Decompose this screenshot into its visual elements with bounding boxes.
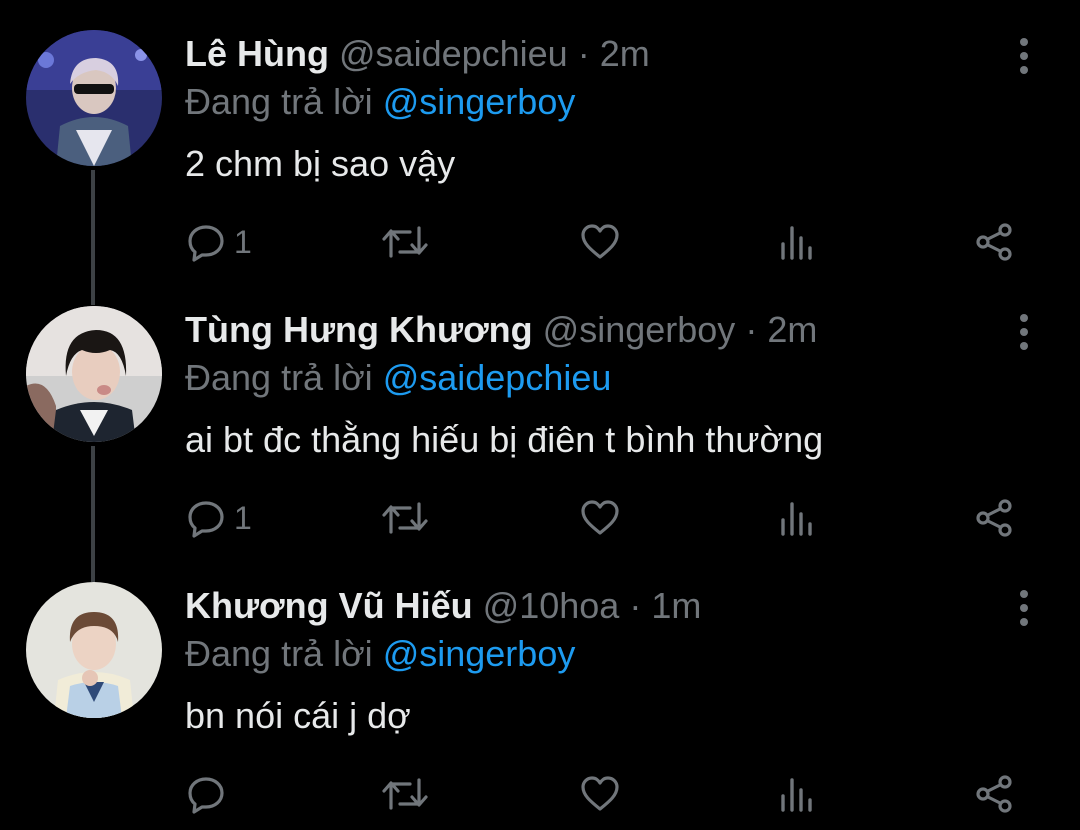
reply-prefix: Đang trả lời bbox=[185, 357, 373, 398]
mention-link[interactable]: @saidepchieu bbox=[383, 357, 612, 398]
avatar[interactable] bbox=[26, 582, 162, 718]
share-button[interactable] bbox=[974, 766, 1014, 822]
display-name[interactable]: Khương Vũ Hiếu bbox=[185, 585, 473, 626]
reply-prefix: Đang trả lời bbox=[185, 633, 373, 674]
reply-button[interactable]: 1 bbox=[186, 214, 252, 270]
timestamp[interactable]: 2m bbox=[767, 309, 817, 350]
share-icon bbox=[974, 222, 1014, 262]
reply-icon bbox=[186, 498, 226, 538]
mention-link[interactable]: @singerboy bbox=[383, 633, 576, 674]
avatar[interactable] bbox=[26, 30, 162, 166]
like-icon bbox=[580, 222, 620, 262]
tweet[interactable]: Khương Vũ Hiếu @10hoa · 1m Đang trả lời … bbox=[0, 552, 1080, 828]
like-button[interactable] bbox=[580, 214, 620, 270]
avatar-image bbox=[26, 30, 162, 166]
like-icon bbox=[580, 498, 620, 538]
more-icon[interactable] bbox=[1012, 588, 1036, 628]
tweet-header: Khương Vũ Hiếu @10hoa · 1m bbox=[185, 582, 701, 630]
reply-icon bbox=[186, 774, 226, 814]
share-button[interactable] bbox=[974, 214, 1014, 270]
tweet-text: bn nói cái j dợ bbox=[185, 695, 411, 736]
user-handle[interactable]: @saidepchieu bbox=[339, 33, 568, 74]
avatar[interactable] bbox=[26, 306, 162, 442]
tweet-header: Lê Hùng @saidepchieu · 2m bbox=[185, 30, 650, 78]
views-icon bbox=[780, 774, 816, 814]
avatar-image bbox=[26, 306, 162, 442]
separator-dot: · bbox=[629, 585, 642, 626]
retweet-button[interactable] bbox=[382, 490, 428, 546]
separator-dot: · bbox=[745, 309, 758, 350]
mention-link[interactable]: @singerboy bbox=[383, 81, 576, 122]
like-button[interactable] bbox=[580, 490, 620, 546]
tweet-text: 2 chm bị sao vậy bbox=[185, 143, 456, 184]
more-icon[interactable] bbox=[1012, 312, 1036, 352]
reply-icon bbox=[186, 222, 226, 262]
display-name[interactable]: Lê Hùng bbox=[185, 33, 329, 74]
views-icon bbox=[780, 222, 816, 262]
views-button[interactable] bbox=[780, 214, 816, 270]
retweet-icon bbox=[382, 222, 428, 262]
retweet-button[interactable] bbox=[382, 214, 428, 270]
action-bar: 1 bbox=[0, 490, 1080, 546]
action-bar bbox=[0, 766, 1080, 822]
tweet-text: ai bt đc thằng hiếu bị điên t bình thườn… bbox=[185, 419, 824, 460]
retweet-icon bbox=[382, 498, 428, 538]
user-handle[interactable]: @10hoa bbox=[483, 585, 620, 626]
views-button[interactable] bbox=[780, 490, 816, 546]
like-icon bbox=[580, 774, 620, 814]
share-icon bbox=[974, 498, 1014, 538]
more-icon[interactable] bbox=[1012, 36, 1036, 76]
retweet-button[interactable] bbox=[382, 766, 428, 822]
reply-context: Đang trả lời @saidepchieu bbox=[185, 354, 611, 402]
tweet[interactable]: Lê Hùng @saidepchieu · 2m Đang trả lời @… bbox=[0, 0, 1080, 276]
reply-context: Đang trả lời @singerboy bbox=[185, 630, 575, 678]
reply-button[interactable]: 1 bbox=[186, 490, 252, 546]
reply-prefix: Đang trả lời bbox=[185, 81, 373, 122]
views-button[interactable] bbox=[780, 766, 816, 822]
reply-button[interactable] bbox=[186, 766, 234, 822]
share-button[interactable] bbox=[974, 490, 1014, 546]
timestamp[interactable]: 1m bbox=[651, 585, 701, 626]
timestamp[interactable]: 2m bbox=[600, 33, 650, 74]
views-icon bbox=[780, 498, 816, 538]
tweet[interactable]: Tùng Hưng Khương @singerboy · 2m Đang tr… bbox=[0, 276, 1080, 552]
like-button[interactable] bbox=[580, 766, 620, 822]
tweet-header: Tùng Hưng Khương @singerboy · 2m bbox=[185, 306, 817, 354]
reply-count: 1 bbox=[234, 224, 252, 260]
reply-count: 1 bbox=[234, 500, 252, 536]
reply-context: Đang trả lời @singerboy bbox=[185, 78, 575, 126]
avatar-image bbox=[26, 582, 162, 718]
display-name[interactable]: Tùng Hưng Khương bbox=[185, 309, 533, 350]
separator-dot: · bbox=[577, 33, 590, 74]
action-bar: 1 bbox=[0, 214, 1080, 270]
retweet-icon bbox=[382, 774, 428, 814]
reply-thread: Lê Hùng @saidepchieu · 2m Đang trả lời @… bbox=[0, 0, 1080, 830]
share-icon bbox=[974, 774, 1014, 814]
user-handle[interactable]: @singerboy bbox=[543, 309, 736, 350]
